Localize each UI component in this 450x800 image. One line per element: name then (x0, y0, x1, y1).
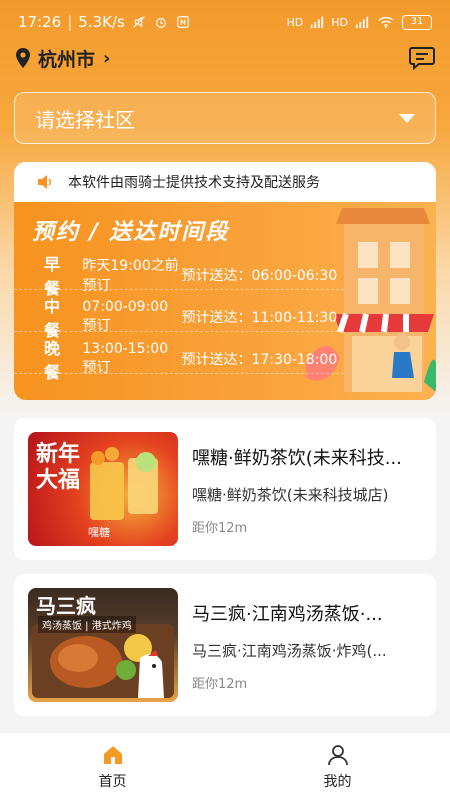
store-distance: 距你12m (192, 521, 248, 536)
tab-home[interactable]: 首页 (0, 733, 225, 800)
alarm-icon (155, 17, 166, 28)
wifi-icon (378, 16, 394, 29)
signal-hd-label-1: HD (286, 15, 304, 29)
message-icon[interactable] (408, 44, 436, 72)
caret-down-icon (399, 113, 415, 123)
store-subtitle: 马三疯·江南鸡汤蒸饭·炸鸡(... (192, 642, 387, 660)
speaker-icon (38, 175, 52, 189)
schedule-row-breakfast: 早餐 昨天19:00之前预订 预计送达：06:00-06:30 (14, 255, 344, 298)
tab-label: 首页 (98, 773, 127, 790)
status-speed: 5.3K/s (78, 13, 125, 31)
image-label: 嘿糖 (88, 526, 110, 539)
location-row: 杭州市 › (14, 42, 436, 74)
notice-bar: 本软件由雨骑士提供技术支持及配送服务 (14, 162, 436, 202)
store-distance: 距你12m (192, 677, 248, 692)
store-card[interactable]: 马三疯 鸡汤蒸饭 | 港式炸鸡 马三疯·江南鸡汤蒸饭·... 马三疯·江南鸡汤蒸… (14, 574, 436, 716)
image-caption: 新年 大福 (36, 442, 81, 493)
order-window: 昨天19:00之前预订 (82, 257, 179, 294)
schedule-title: 预约 / 送达时间段 (32, 220, 230, 245)
status-time: 17:26 (18, 13, 62, 31)
store-subtitle: 嘿糖·鲜奶茶饮(未来科技城店) (192, 486, 389, 504)
bottom-tab-bar: 首页 我的 (0, 732, 450, 800)
store-info: 嘿糖·鲜奶茶饮(未来科技... 嘿糖·鲜奶茶饮(未来科技城店) 距你12m (192, 432, 422, 546)
store-info: 马三疯·江南鸡汤蒸饭·... 马三疯·江南鸡汤蒸饭·炸鸡(... 距你12m (192, 588, 422, 702)
schedule-card: 本软件由雨骑士提供技术支持及配送服务 预约 / 送达时间段 早餐 昨天19:00… (14, 162, 436, 400)
schedule-row-lunch: 中餐 07:00-09:00预订 预计送达：11:00-11:30 (14, 297, 344, 340)
delivery-window: 预计送达：11:00-11:30 (181, 309, 338, 326)
meal-name: 早餐 (44, 254, 61, 298)
mute-icon (133, 16, 145, 28)
chevron-right-icon[interactable]: › (103, 48, 110, 69)
schedule-banner: 预约 / 送达时间段 早餐 昨天19:00之前预订 预计送达：06:00-06:… (14, 202, 436, 400)
signal-icon (311, 16, 324, 29)
battery-indicator: 31 (402, 14, 432, 30)
signal-hd-label-2: HD (331, 15, 348, 29)
community-select[interactable]: 请选择社区 (14, 92, 436, 144)
notice-text: 本软件由雨骑士提供技术支持及配送服务 (68, 175, 320, 191)
delivery-window: 预计送达：06:00-06:30 (181, 267, 338, 284)
tab-profile[interactable]: 我的 (225, 733, 450, 800)
delivery-window: 预计送达：17:30-18:00 (181, 351, 338, 368)
status-bar: 17:26 | 5.3K/s HD HD 31 (0, 0, 450, 44)
city-selector[interactable]: 杭州市 (38, 45, 95, 72)
image-label: 鸡汤蒸饭 | 港式炸鸡 (38, 616, 136, 633)
store-name: 嘿糖·鲜奶茶饮(未来科技... (192, 448, 402, 469)
order-window: 07:00-09:00预订 (82, 298, 169, 334)
nfc-icon (177, 16, 189, 28)
store-image: 新年 大福 嘿糖 (28, 432, 178, 546)
community-select-placeholder: 请选择社区 (35, 107, 135, 132)
location-pin-icon (16, 48, 30, 68)
home-icon (103, 745, 122, 764)
store-name: 马三疯·江南鸡汤蒸饭·... (192, 604, 383, 625)
meal-name: 晚餐 (44, 338, 61, 382)
signal-icon (355, 16, 369, 29)
image-caption: 马三疯 (36, 594, 96, 618)
store-card[interactable]: 新年 大福 嘿糖 嘿糖·鲜奶茶饮(未来科技... 嘿糖·鲜奶茶饮(未来科技城店)… (14, 418, 436, 560)
tab-label: 我的 (323, 773, 352, 790)
order-window: 13:00-15:00预订 (82, 340, 169, 376)
meal-name: 中餐 (44, 296, 61, 340)
schedule-row-dinner: 晚餐 13:00-15:00预订 预计送达：17:30-18:00 (14, 339, 344, 382)
store-image: 马三疯 鸡汤蒸饭 | 港式炸鸡 (28, 588, 178, 702)
user-icon (327, 744, 348, 765)
